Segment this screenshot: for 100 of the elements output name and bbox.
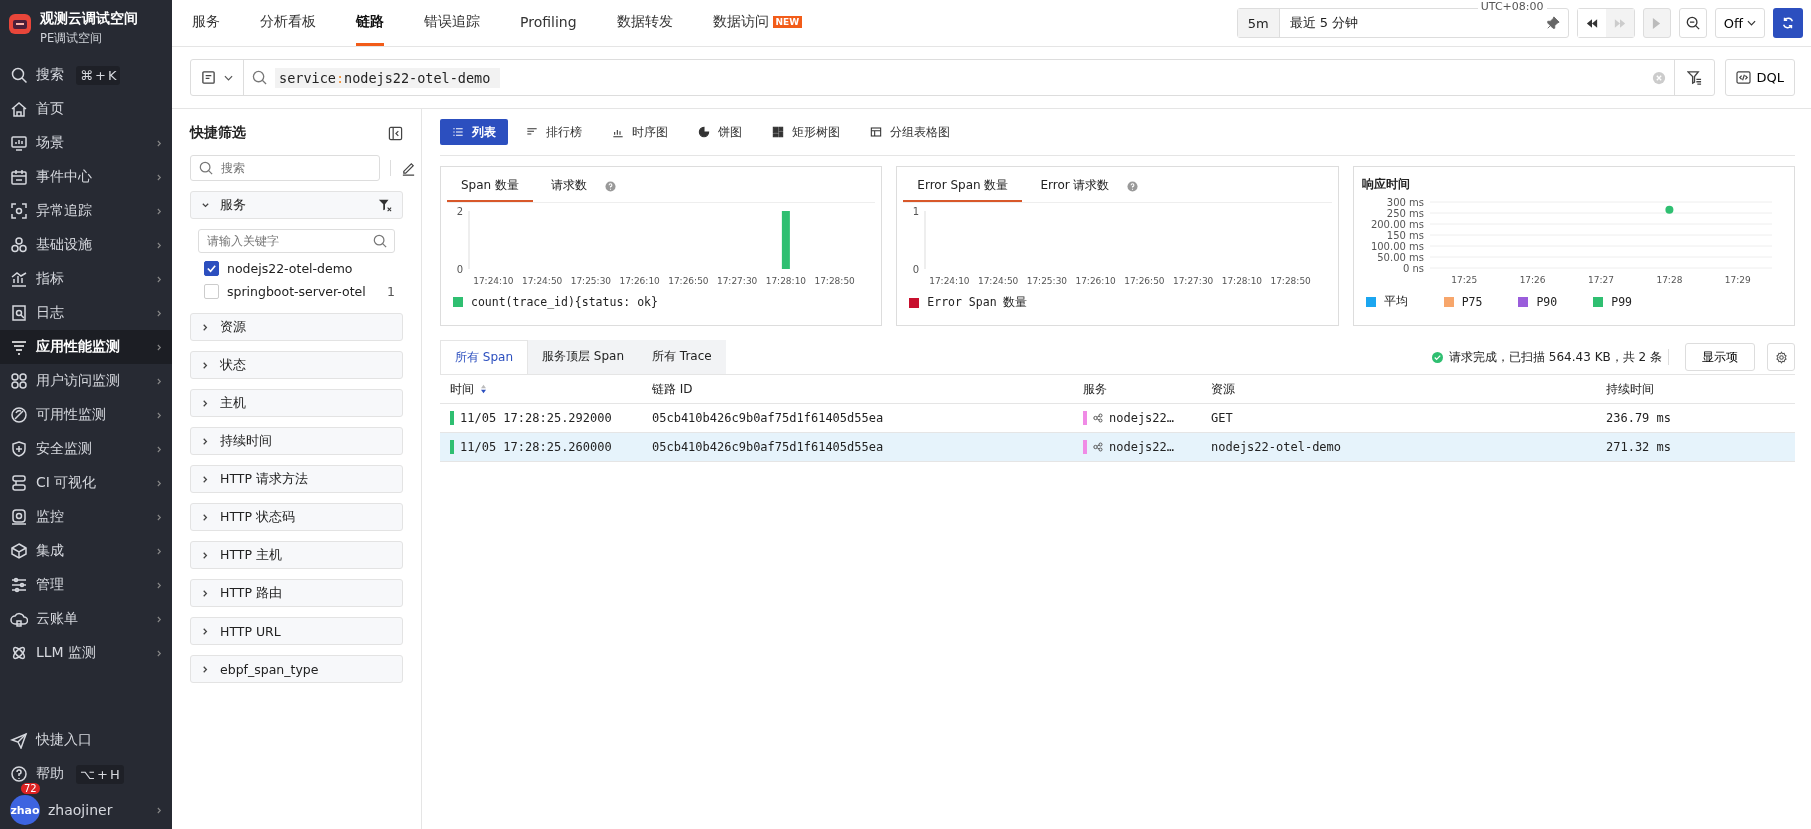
- user-name[interactable]: zhaojiner: [48, 802, 113, 818]
- nav-item[interactable]: 首页: [0, 92, 172, 126]
- filter-group-header[interactable]: 服务: [190, 191, 403, 219]
- filter-group-header[interactable]: HTTP 状态码: [190, 503, 403, 531]
- clear-filter-icon[interactable]: [378, 198, 392, 212]
- legend-label[interactable]: count(trace_id){status: ok}: [471, 295, 658, 309]
- nav-item[interactable]: 搜索 ⌘+K: [0, 58, 172, 92]
- nav-tab[interactable]: 数据访问 NEW: [712, 0, 803, 46]
- chart-tab[interactable]: Error 请求数: [1026, 171, 1124, 202]
- legend-label[interactable]: 平均: [1383, 294, 1408, 309]
- legend-label[interactable]: Error Span 数量: [927, 295, 1028, 310]
- help-icon[interactable]: [605, 181, 616, 192]
- nav-item[interactable]: 应用性能监测: [0, 330, 172, 364]
- axis-label: 17:27:30: [1173, 276, 1214, 286]
- axis-label: 300 ms: [1386, 196, 1424, 208]
- collapse-panel-icon[interactable]: [388, 125, 403, 141]
- nav-item[interactable]: 可用性监测: [0, 398, 172, 432]
- table-tab[interactable]: 所有 Trace: [638, 340, 726, 374]
- nav-item[interactable]: 异常追踪: [0, 194, 172, 228]
- nav-item[interactable]: CI 可视化: [0, 466, 172, 500]
- pie-icon: [698, 126, 710, 138]
- chart-tab[interactable]: Error Span 数量: [903, 171, 1023, 202]
- filter-group-header[interactable]: 状态: [190, 351, 403, 379]
- nav-tab[interactable]: 服务: [192, 0, 220, 46]
- nav-tab[interactable]: 错误追踪: [424, 0, 480, 46]
- column-header[interactable]: 资源: [1211, 380, 1235, 398]
- axis-label: 100.00 ms: [1370, 240, 1424, 252]
- filter-group-header[interactable]: HTTP 主机: [190, 541, 403, 569]
- legend-label[interactable]: P99: [1611, 294, 1632, 309]
- nav-item[interactable]: 用户访问监测: [0, 364, 172, 398]
- nav-item[interactable]: 基础设施: [0, 228, 172, 262]
- timezone-label[interactable]: UTC+08:00: [1477, 0, 1547, 13]
- filter-group-header[interactable]: ebpf_span_type: [190, 655, 403, 683]
- view-tab[interactable]: 列表: [440, 119, 508, 145]
- filter-group-header[interactable]: 资源: [190, 313, 403, 341]
- table-tab[interactable]: 所有 Span: [440, 340, 528, 374]
- table-row[interactable]: 11/05 17:28:25.260000 05cb410b426c9b0af75d1f61405d55ea nodejs22… nodejs22-otel-demo 271.32 ms: [440, 433, 1795, 462]
- filter-group-header[interactable]: HTTP URL: [190, 617, 403, 645]
- nav-item[interactable]: 场景: [0, 126, 172, 160]
- dql-button[interactable]: DQL: [1724, 59, 1795, 96]
- nav-item[interactable]: 安全监测: [0, 432, 172, 466]
- user-avatar[interactable]: zhao: [10, 795, 40, 825]
- edit-icon[interactable]: [401, 160, 416, 176]
- fast-forward-icon: [1613, 18, 1626, 28]
- axis-label: 17:26:10: [1075, 276, 1117, 286]
- axis-label: 2: [456, 205, 463, 217]
- time-range-field[interactable]: 最近 5 分钟: [1279, 14, 1546, 32]
- nav-tab[interactable]: 分析看板: [260, 0, 316, 46]
- chart-tab[interactable]: 请求数: [537, 171, 601, 202]
- filter-group-header[interactable]: HTTP 路由: [190, 579, 403, 607]
- nav-tab[interactable]: 数据转发: [616, 0, 673, 46]
- keyword-field[interactable]: 请输入关键字: [198, 229, 395, 253]
- refresh-button[interactable]: [1773, 8, 1803, 38]
- option-label[interactable]: nodejs22-otel-demo: [227, 261, 353, 276]
- nav-item[interactable]: 快捷入口: [0, 723, 172, 757]
- cloud-icon: [10, 610, 28, 628]
- help-icon[interactable]: [1127, 181, 1139, 192]
- sort-icon[interactable]: [480, 384, 487, 394]
- axis-label: 17:28:10: [1222, 276, 1263, 286]
- document-icon: [10, 304, 28, 322]
- nav-tab[interactable]: 链路: [356, 0, 384, 46]
- search-bar[interactable]: service:nodejs22-otel-demo: [190, 59, 1715, 96]
- column-header[interactable]: 服务: [1083, 380, 1107, 398]
- chart-tab[interactable]: Span 数量: [447, 171, 533, 202]
- table-icon: [870, 126, 882, 138]
- pin-icon[interactable]: [1545, 16, 1560, 30]
- filter-icon[interactable]: [1686, 70, 1702, 85]
- settings-button[interactable]: [1767, 343, 1795, 371]
- nav-item[interactable]: 日志: [0, 296, 172, 330]
- filter-search-field[interactable]: 搜索: [190, 155, 380, 181]
- nav-item[interactable]: 事件中心: [0, 160, 172, 194]
- column-header[interactable]: 时间: [450, 380, 474, 398]
- logo-icon: [8, 12, 32, 36]
- checkbox[interactable]: [204, 261, 219, 276]
- nodes-icon: [1093, 442, 1103, 452]
- nav-item[interactable]: LLM 监测: [0, 636, 172, 670]
- nav-tab[interactable]: Profiling: [520, 0, 577, 46]
- query-token[interactable]: service:nodejs22-otel-demo: [275, 67, 501, 88]
- nav-item[interactable]: 云账单: [0, 602, 172, 636]
- legend-label[interactable]: P75: [1461, 294, 1483, 309]
- display-columns-button[interactable]: 显示项: [1685, 343, 1755, 371]
- column-header[interactable]: 链路 ID: [652, 380, 693, 398]
- nav-item[interactable]: 监控: [0, 500, 172, 534]
- table-cell: nodejs22…: [1109, 411, 1175, 425]
- nav-item[interactable]: 集成: [0, 534, 172, 568]
- workspace-title[interactable]: 观测云调试空间: [40, 10, 138, 28]
- filter-group-header[interactable]: HTTP 请求方法: [190, 465, 403, 493]
- nav-item[interactable]: 指标: [0, 262, 172, 296]
- legend-label[interactable]: P90: [1536, 294, 1558, 309]
- column-header[interactable]: 持续时间: [1606, 380, 1654, 398]
- axis-label: 17:24:10: [929, 276, 970, 286]
- zoom-out-button[interactable]: [1678, 8, 1707, 38]
- nav-item[interactable]: 管理: [0, 568, 172, 602]
- filter-group-header[interactable]: 持续时间: [190, 427, 403, 455]
- table-cell: 11/05 17:28:25.260000: [460, 440, 612, 454]
- filter-group-header[interactable]: 主机: [190, 389, 403, 417]
- quick-range-button[interactable]: 5m: [1237, 9, 1280, 37]
- refresh-interval-select[interactable]: Off: [1714, 8, 1765, 38]
- table-tab[interactable]: 服务顶层 Span: [528, 340, 639, 374]
- option-label[interactable]: springboot-server-otel: [227, 284, 366, 299]
